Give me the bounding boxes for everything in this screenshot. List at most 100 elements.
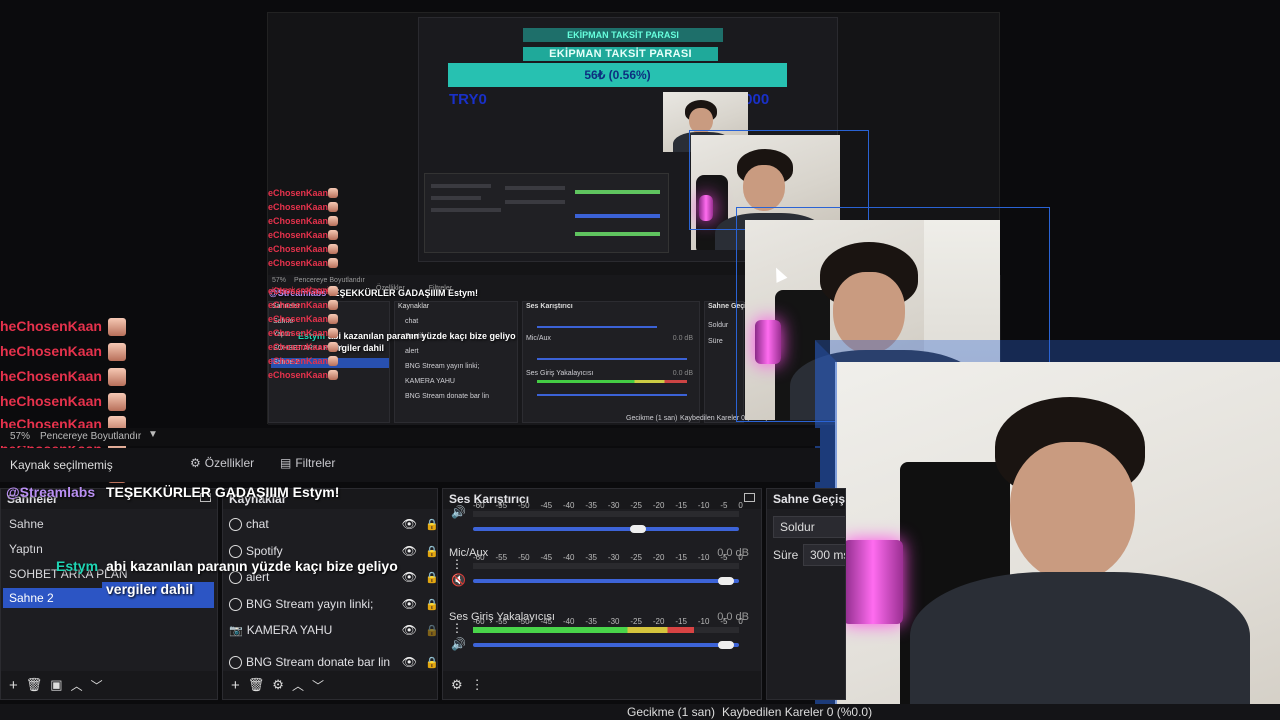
scene-item[interactable]: Yaptın xyxy=(3,539,213,559)
nested-transition-dur: Süre xyxy=(708,338,723,345)
eye-icon[interactable]: 👁 xyxy=(402,623,417,637)
status-delay: Gecikme (1 san) xyxy=(627,705,716,719)
speaker-icon[interactable]: 🔇 xyxy=(451,573,466,587)
trash-icon[interactable]: 🗑 xyxy=(26,677,43,693)
scenes-toolbar: + 🗑 ▣ ︿ ﹀ xyxy=(1,671,217,699)
lock-icon[interactable]: 🔒 xyxy=(425,518,439,531)
chat-avatar-icon xyxy=(108,318,126,336)
source-item[interactable]: 📷 KAMERA YAHU 👁 🔒 xyxy=(229,620,439,640)
move-down-icon[interactable]: ﹀ xyxy=(91,677,103,694)
properties-bar: Kaynak seçilmemiş ⚙ Özellikler ▤ Filtrel… xyxy=(0,448,820,482)
scale-tick: -45 xyxy=(540,501,553,510)
eye-icon[interactable]: 👁 xyxy=(402,544,417,558)
browser-source-icon xyxy=(229,655,242,669)
channel-menu-icon[interactable]: ⋮ xyxy=(451,621,463,635)
nested-chat-avatar-icon xyxy=(328,216,338,226)
move-up-icon[interactable]: ︿ xyxy=(292,677,304,694)
nested-source: BNG Stream yayın linki; xyxy=(405,363,480,370)
nested-chat-username: eChosenKaan xyxy=(268,286,329,296)
chevron-down-icon[interactable]: ▼ xyxy=(148,429,158,440)
source-item[interactable]: BNG Stream yayın linki; 👁 🔒 xyxy=(229,594,439,614)
scale-tick: -55 xyxy=(495,617,508,626)
nested-sources-title: Kaynaklar xyxy=(398,303,430,310)
filters-button[interactable]: ▤ Filtreler xyxy=(280,456,335,470)
browser-source-icon xyxy=(229,597,242,611)
lock-icon[interactable]: 🔒 xyxy=(425,545,439,558)
nested-chat-avatar-icon xyxy=(328,328,338,338)
scale-tick: -20 xyxy=(652,501,665,510)
chat-username: heChosenKaan xyxy=(0,393,102,409)
channel-menu-icon[interactable]: ⋮ xyxy=(451,557,463,571)
nested-overlay-msg1: abi kazanılan paranın yüzde kaçı bize ge… xyxy=(328,331,516,341)
volume-meter xyxy=(473,563,739,569)
volume-slider[interactable] xyxy=(473,525,739,533)
nested-chat-avatar-icon xyxy=(328,314,338,324)
nested-chat-avatar-icon xyxy=(328,286,338,296)
scale-tick: -20 xyxy=(652,617,665,626)
volume-slider[interactable] xyxy=(473,577,739,585)
nested-source: alert xyxy=(405,348,419,355)
nested-chat-avatar-icon xyxy=(328,356,338,366)
eye-icon[interactable]: 👁 xyxy=(402,570,417,584)
move-down-icon[interactable]: ﹀ xyxy=(312,677,324,694)
lock-icon[interactable]: 🔒 xyxy=(425,656,439,669)
overlay-user: @Streamlabs xyxy=(6,484,96,500)
eye-icon[interactable]: 👁 xyxy=(402,655,417,669)
lock-icon[interactable]: 🔒 xyxy=(425,598,439,611)
scale-tick: -40 xyxy=(562,553,575,562)
duration-label: Süre xyxy=(773,548,799,562)
scale-tick: -45 xyxy=(540,553,553,562)
scale-tick: -40 xyxy=(562,617,575,626)
selection-glow xyxy=(815,340,1280,704)
scene-filter-icon[interactable]: ▣ xyxy=(50,677,62,693)
speaker-icon[interactable]: 🔊 xyxy=(451,505,466,519)
unlock-icon[interactable]: 🔒 xyxy=(425,624,439,637)
source-item[interactable]: chat 👁 🔒 xyxy=(229,514,439,534)
add-icon[interactable]: + xyxy=(9,677,18,694)
zoom-value[interactable]: 57% xyxy=(10,431,30,442)
nested-chat-avatar-icon xyxy=(328,370,338,380)
scale-tick: -10 xyxy=(697,553,710,562)
nested-source: BNG Stream donate bar lin xyxy=(405,393,490,400)
transition-title: Sahne Geçişi xyxy=(767,489,845,509)
move-up-icon[interactable]: ︿ xyxy=(71,677,83,694)
sources-toolbar: + 🗑 ⚙ ︿ ﹀ xyxy=(223,671,437,699)
gear-icon[interactable]: ⚙ xyxy=(272,677,284,693)
nested-chat-avatar-icon xyxy=(328,300,338,310)
scale-tick: -5 xyxy=(720,553,728,562)
goal-progress-bar: 56₺ (0.56%) xyxy=(448,63,787,87)
volume-slider[interactable] xyxy=(473,641,739,649)
source-label: BNG Stream donate bar lin xyxy=(246,655,391,669)
nested-chat-username: eChosenKaan xyxy=(268,300,329,310)
meter-scale: -60 -55 -50 -45 -40 -35 -30 -25 -20 -15 -10 -5 0 xyxy=(473,617,743,626)
trash-icon[interactable]: 🗑 xyxy=(248,677,265,693)
properties-button[interactable]: ⚙ Özellikler xyxy=(190,456,254,470)
scale-tick: -15 xyxy=(675,553,687,562)
eye-icon[interactable]: 👁 xyxy=(402,517,417,531)
scale-tick: -30 xyxy=(607,617,620,626)
lock-icon[interactable]: 🔒 xyxy=(425,571,439,584)
more-icon[interactable]: ⋮ xyxy=(471,677,484,693)
camera-icon: 📷 xyxy=(229,624,243,637)
popout-icon[interactable] xyxy=(744,493,755,502)
scale-tick: -25 xyxy=(630,501,642,510)
eye-icon[interactable]: 👁 xyxy=(402,597,417,611)
browser-source-icon xyxy=(229,544,242,558)
duration-input[interactable]: 300 ms xyxy=(803,544,845,566)
slider-knob[interactable] xyxy=(717,641,734,649)
slider-knob[interactable] xyxy=(629,525,646,533)
source-item[interactable]: BNG Stream donate bar lin 👁 🔒 xyxy=(229,654,439,670)
scene-transition-dock: Sahne Geçişi Soldur Süre 300 ms xyxy=(766,488,846,700)
speaker-icon[interactable]: 🔊 xyxy=(451,637,466,651)
properties-label: Özellikler xyxy=(204,456,255,470)
nested-mic-db: 0.0 dB xyxy=(672,335,693,342)
add-icon[interactable]: + xyxy=(231,677,240,694)
scene-item[interactable]: Sahne xyxy=(3,514,213,534)
scale-tick: -10 xyxy=(697,617,710,626)
gear-icon[interactable]: ⚙ xyxy=(451,677,463,693)
slider-knob[interactable] xyxy=(717,577,734,585)
scale-tick: -15 xyxy=(675,501,687,510)
zoom-mode[interactable]: Pencereye Boyutlandır xyxy=(40,431,141,442)
transition-select[interactable]: Soldur xyxy=(773,516,845,538)
chat-username: heChosenKaan xyxy=(0,368,102,384)
